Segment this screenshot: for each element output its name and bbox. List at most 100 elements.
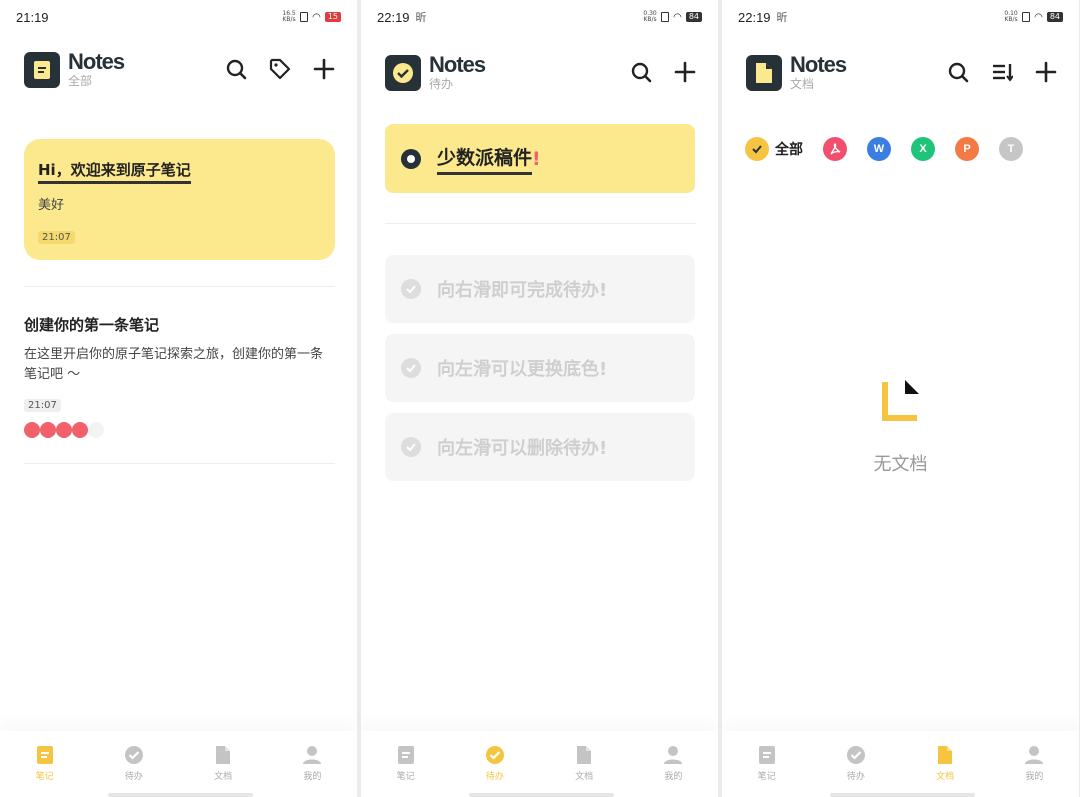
status-time: 22:19 (377, 9, 410, 25)
note-title: Hi，欢迎来到原子笔记 (38, 161, 191, 184)
todo-radio-icon[interactable] (401, 148, 421, 169)
tab-label: 文档 (214, 772, 233, 782)
tab-todo[interactable]: 待办 (450, 731, 539, 797)
todo-logo-icon (385, 55, 421, 91)
status-extra: 昕 (776, 11, 788, 24)
todo-text: 向左滑可以删除待办! (437, 438, 608, 459)
notes-logo-icon (24, 52, 60, 88)
tag-icon[interactable] (267, 56, 293, 82)
docs-logo-icon (746, 55, 782, 91)
notes-tab-icon (35, 745, 55, 765)
battery-icon: 84 (685, 12, 702, 22)
battery-icon: 84 (1046, 12, 1063, 22)
todo-hint-item[interactable]: 向右滑即可完成待办! (385, 255, 695, 323)
todo-hint-item[interactable]: 向左滑可以更换底色! (385, 334, 695, 402)
docs-tab-icon (574, 745, 594, 765)
notes-tab-icon (396, 745, 416, 765)
tab-notes[interactable]: 笔记 (722, 731, 811, 797)
wifi-icon: ◠ (312, 11, 321, 23)
empty-text: 无文档 (873, 454, 928, 475)
text-icon[interactable]: T (999, 137, 1023, 161)
status-bar: 21:19 16.5 KB/s ◠ 15 (0, 0, 357, 34)
person-icon (1024, 745, 1044, 765)
note-card-first[interactable]: 创建你的第一条笔记 在这里开启你的原子笔记探索之旅，创建你的第一条笔记吧 ～ 2… (24, 314, 335, 438)
home-indicator (830, 793, 975, 797)
color-dots (24, 422, 335, 438)
tab-label: 待办 (846, 772, 865, 782)
search-icon[interactable] (945, 59, 971, 85)
todo-screen: 22:19 昕 0.30 KB/s ◠ 84 Notes 待办 少数派稿件 ! (361, 0, 718, 797)
tab-label: 我的 (1025, 772, 1044, 782)
tab-todo[interactable]: 待办 (811, 731, 900, 797)
check-icon (401, 279, 421, 299)
tab-label: 笔记 (396, 772, 415, 782)
wifi-icon: ◠ (1034, 11, 1043, 23)
tab-todo[interactable]: 待办 (89, 731, 178, 797)
status-time: 22:19 (738, 9, 771, 25)
person-icon (302, 745, 322, 765)
add-icon[interactable] (311, 56, 337, 82)
notes-screen: 21:19 16.5 KB/s ◠ 15 Notes 全部 Hi，欢迎来到原子笔… (0, 0, 357, 797)
note-timestamp: 21:07 (38, 231, 75, 244)
app-title: Notes (429, 52, 486, 77)
tab-label: 我的 (664, 772, 683, 782)
home-indicator (469, 793, 614, 797)
todo-item-pinned[interactable]: 少数派稿件 ! (385, 124, 695, 193)
filter-all[interactable]: 全部 (745, 137, 803, 161)
pdf-icon[interactable] (823, 137, 847, 161)
status-time: 21:19 (16, 9, 49, 25)
app-title: Notes (790, 52, 847, 77)
note-timestamp: 21:07 (24, 399, 61, 412)
app-header: Notes 待办 (385, 52, 718, 95)
tab-label: 笔记 (35, 772, 54, 782)
divider (24, 286, 335, 287)
notes-tab-icon (757, 745, 777, 765)
tab-docs[interactable]: 文档 (179, 731, 268, 797)
check-icon (745, 137, 769, 161)
sim-icon (300, 12, 309, 22)
search-icon[interactable] (223, 56, 249, 82)
word-icon[interactable]: W (867, 137, 891, 161)
app-header: Notes 全部 (24, 51, 357, 92)
empty-doc-icon (881, 380, 919, 421)
tab-label: 笔记 (757, 772, 776, 782)
tab-me[interactable]: 我的 (629, 731, 718, 797)
search-icon[interactable] (628, 59, 654, 85)
check-icon (401, 437, 421, 457)
status-bar: 22:19 昕 0.10 KB/s ◠ 84 (722, 0, 1079, 34)
docs-tab-icon (935, 745, 955, 765)
todo-text: 向左滑可以更换底色! (437, 359, 608, 380)
network-speed: 0.30 KB/s (643, 10, 657, 23)
docs-tab-icon (213, 745, 233, 765)
tab-docs[interactable]: 文档 (901, 731, 990, 797)
check-icon (401, 358, 421, 378)
todo-hint-item[interactable]: 向左滑可以删除待办! (385, 413, 695, 481)
note-body: 在这里开启你的原子笔记探索之旅，创建你的第一条笔记吧 ～ (24, 347, 324, 382)
tab-me[interactable]: 我的 (268, 731, 357, 797)
divider (24, 463, 335, 464)
docs-screen: 22:19 昕 0.10 KB/s ◠ 84 Notes 文档 全部 W X P… (722, 0, 1079, 797)
tab-label: 文档 (575, 772, 594, 782)
tab-label: 待办 (485, 772, 504, 782)
ppt-icon[interactable]: P (955, 137, 979, 161)
tab-notes[interactable]: 笔记 (0, 731, 89, 797)
status-extra: 昕 (415, 11, 427, 24)
tab-docs[interactable]: 文档 (540, 731, 629, 797)
sim-icon (1022, 12, 1031, 22)
add-icon[interactable] (672, 59, 698, 85)
add-icon[interactable] (1033, 59, 1059, 85)
note-card-welcome[interactable]: Hi，欢迎来到原子笔记 美好 21:07 (24, 139, 335, 260)
todo-tab-icon (485, 745, 505, 765)
sort-icon[interactable] (989, 59, 1015, 85)
tab-me[interactable]: 我的 (990, 731, 1079, 797)
app-subtitle: 文档 (790, 77, 815, 91)
todo-mark: ! (532, 147, 541, 170)
tab-bar: 笔记 待办 文档 我的 (0, 731, 357, 797)
tab-notes[interactable]: 笔记 (361, 731, 450, 797)
empty-state: 无文档 (722, 376, 1079, 476)
network-speed: 16.5 KB/s (282, 10, 296, 23)
divider (385, 223, 696, 224)
excel-icon[interactable]: X (911, 137, 935, 161)
person-icon (663, 745, 683, 765)
note-title: 创建你的第一条笔记 (24, 316, 160, 334)
